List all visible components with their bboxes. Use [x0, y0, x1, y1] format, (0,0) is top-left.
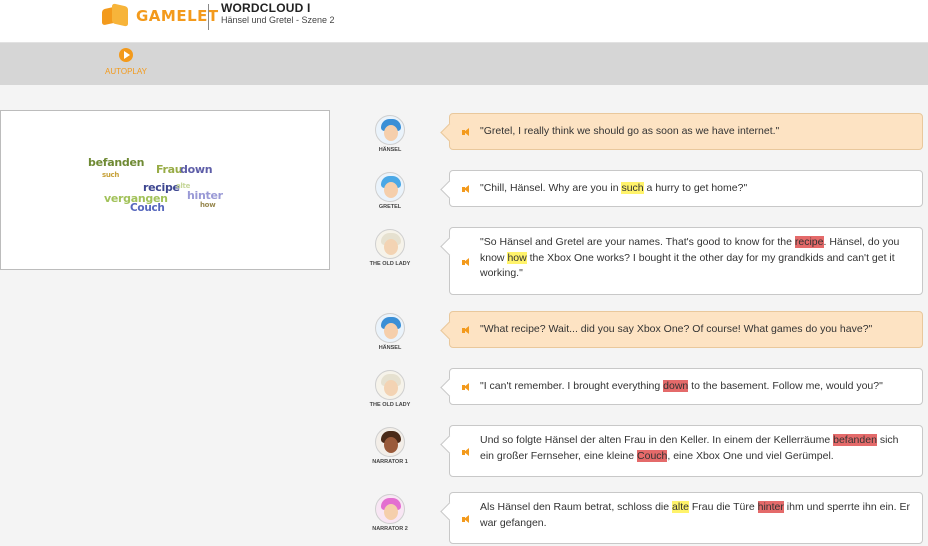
dialogue-text: "Gretel, I really think we should go as … [480, 125, 780, 137]
highlighted-word: hinter [757, 501, 784, 513]
header-divider [208, 4, 209, 30]
cube-logo-icon [102, 3, 130, 27]
dialogue-text: Als Hänsel den Raum betrat, schloss die [480, 501, 673, 513]
audio-speaker-icon[interactable] [462, 128, 471, 137]
wordcloud-word: how [200, 201, 216, 209]
audio-speaker-icon[interactable] [462, 383, 471, 392]
dialogue-text: "Chill, Hänsel. Why are you in [480, 182, 622, 194]
highlighted-word: recipe [794, 236, 824, 248]
speaker-name: HÄNSEL [378, 345, 402, 351]
speaker-avatar: HÄNSEL [365, 313, 415, 351]
page-subtitle: Hänsel und Gretel - Szene 2 [221, 15, 335, 25]
highlighted-word: alte [672, 501, 689, 513]
logo-text: GAMELET [136, 7, 219, 25]
dialogue-row: THE OLD LADY "I can't remember. I brought… [365, 368, 925, 408]
wordcloud-word: down [180, 163, 213, 176]
speech-bubble: "Chill, Hänsel. Why are you in such a hu… [449, 170, 923, 207]
audio-speaker-icon[interactable] [462, 326, 471, 335]
speaker-name: THE OLD LADY [369, 402, 411, 408]
speaker-avatar: GRETEL [365, 172, 415, 210]
app-header: GAMELET WORDCLOUD I Hänsel und Gretel - … [0, 0, 928, 43]
speaker-avatar: NARRATOR 1 [365, 427, 415, 465]
dialogue-text: Frau die Türe [688, 501, 758, 513]
wordcloud-word: Frau [156, 163, 183, 176]
speech-bubble: "I can't remember. I brought everything … [449, 368, 923, 405]
dialogue-text: , eine Xbox One und viel Gerümpel. [667, 449, 834, 462]
speech-bubble: "So Hänsel and Gretel are your names. Th… [449, 227, 923, 295]
speech-bubble: "What recipe? Wait... did you say Xbox O… [449, 311, 923, 348]
highlighted-word: Couch [637, 449, 668, 462]
audio-speaker-icon[interactable] [462, 514, 471, 524]
wordcloud-panel: befanden Frau down such recipe alte verg… [0, 110, 330, 270]
speaker-avatar: THE OLD LADY [365, 229, 415, 267]
narrator-1-avatar-icon [375, 427, 405, 457]
speech-bubble: "Gretel, I really think we should go as … [449, 113, 923, 150]
audio-speaker-icon[interactable] [462, 447, 471, 457]
dialogue-row: HÄNSEL "Gretel, I really think we should … [365, 113, 925, 153]
haensel-avatar-icon [375, 115, 405, 145]
toolbar: AUTOPLAY [0, 43, 928, 85]
old-lady-avatar-icon [375, 370, 405, 400]
wordcloud-word: Couch [130, 202, 165, 214]
speaker-name: NARRATOR 2 [372, 526, 408, 532]
highlighted-word: befanden [833, 434, 877, 446]
dialogue-row: THE OLD LADY "So Hänsel and Gretel are yo… [365, 227, 925, 295]
page-title: WORDCLOUD I [221, 1, 311, 15]
speaker-name: THE OLD LADY [369, 261, 411, 267]
old-lady-avatar-icon [375, 229, 405, 259]
dialogue-text: "I can't remember. I brought everything [480, 380, 664, 392]
dialogue-text: "What recipe? Wait... did you say Xbox O… [480, 323, 873, 335]
wordcloud-word: such [102, 171, 120, 179]
speaker-avatar: NARRATOR 2 [365, 494, 415, 532]
play-icon [119, 48, 133, 62]
dialogue-text: Und so folgte Hänsel der alten Frau in d… [480, 434, 834, 446]
highlighted-word: down [663, 380, 689, 392]
gamelet-logo[interactable]: GAMELET [102, 3, 219, 27]
dialogue-text: a hurry to get home?" [643, 182, 748, 194]
haensel-avatar-icon [375, 313, 405, 343]
speaker-name: GRETEL [378, 204, 402, 210]
speaker-avatar: HÄNSEL [365, 115, 415, 153]
speech-bubble: Als Hänsel den Raum betrat, schloss die … [449, 492, 923, 544]
dialogue-row: GRETEL "Chill, Hänsel. Why are you in suc… [365, 170, 925, 210]
speaker-name: HÄNSEL [378, 147, 402, 153]
audio-speaker-icon[interactable] [462, 185, 471, 194]
highlighted-word: how [507, 251, 527, 264]
dialogue-text: "So Hänsel and Gretel are your names. Th… [480, 236, 795, 248]
speech-bubble: Und so folgte Hänsel der alten Frau in d… [449, 425, 923, 477]
audio-speaker-icon[interactable] [462, 257, 471, 267]
narrator-2-avatar-icon [375, 494, 405, 524]
wordcloud-word: hinter [187, 189, 223, 202]
highlighted-word: such [621, 182, 644, 194]
dialogue-row: NARRATOR 2 Als Hänsel den Raum betrat, sc… [365, 492, 925, 544]
dialogue-text: to the basement. Follow me, would you?" [688, 380, 883, 392]
speaker-name: NARRATOR 1 [372, 459, 408, 465]
dialogue-row: HÄNSEL "What recipe? Wait... did you say … [365, 311, 925, 351]
autoplay-label: AUTOPLAY [105, 67, 147, 76]
autoplay-button[interactable]: AUTOPLAY [102, 48, 150, 76]
wordcloud-word: befanden [88, 156, 145, 169]
gretel-avatar-icon [375, 172, 405, 202]
dialogue-row: NARRATOR 1 Und so folgte Hänsel der alten… [365, 425, 925, 477]
speaker-avatar: THE OLD LADY [365, 370, 415, 408]
dialogue-text: the Xbox One works? I bought it the othe… [480, 251, 895, 280]
